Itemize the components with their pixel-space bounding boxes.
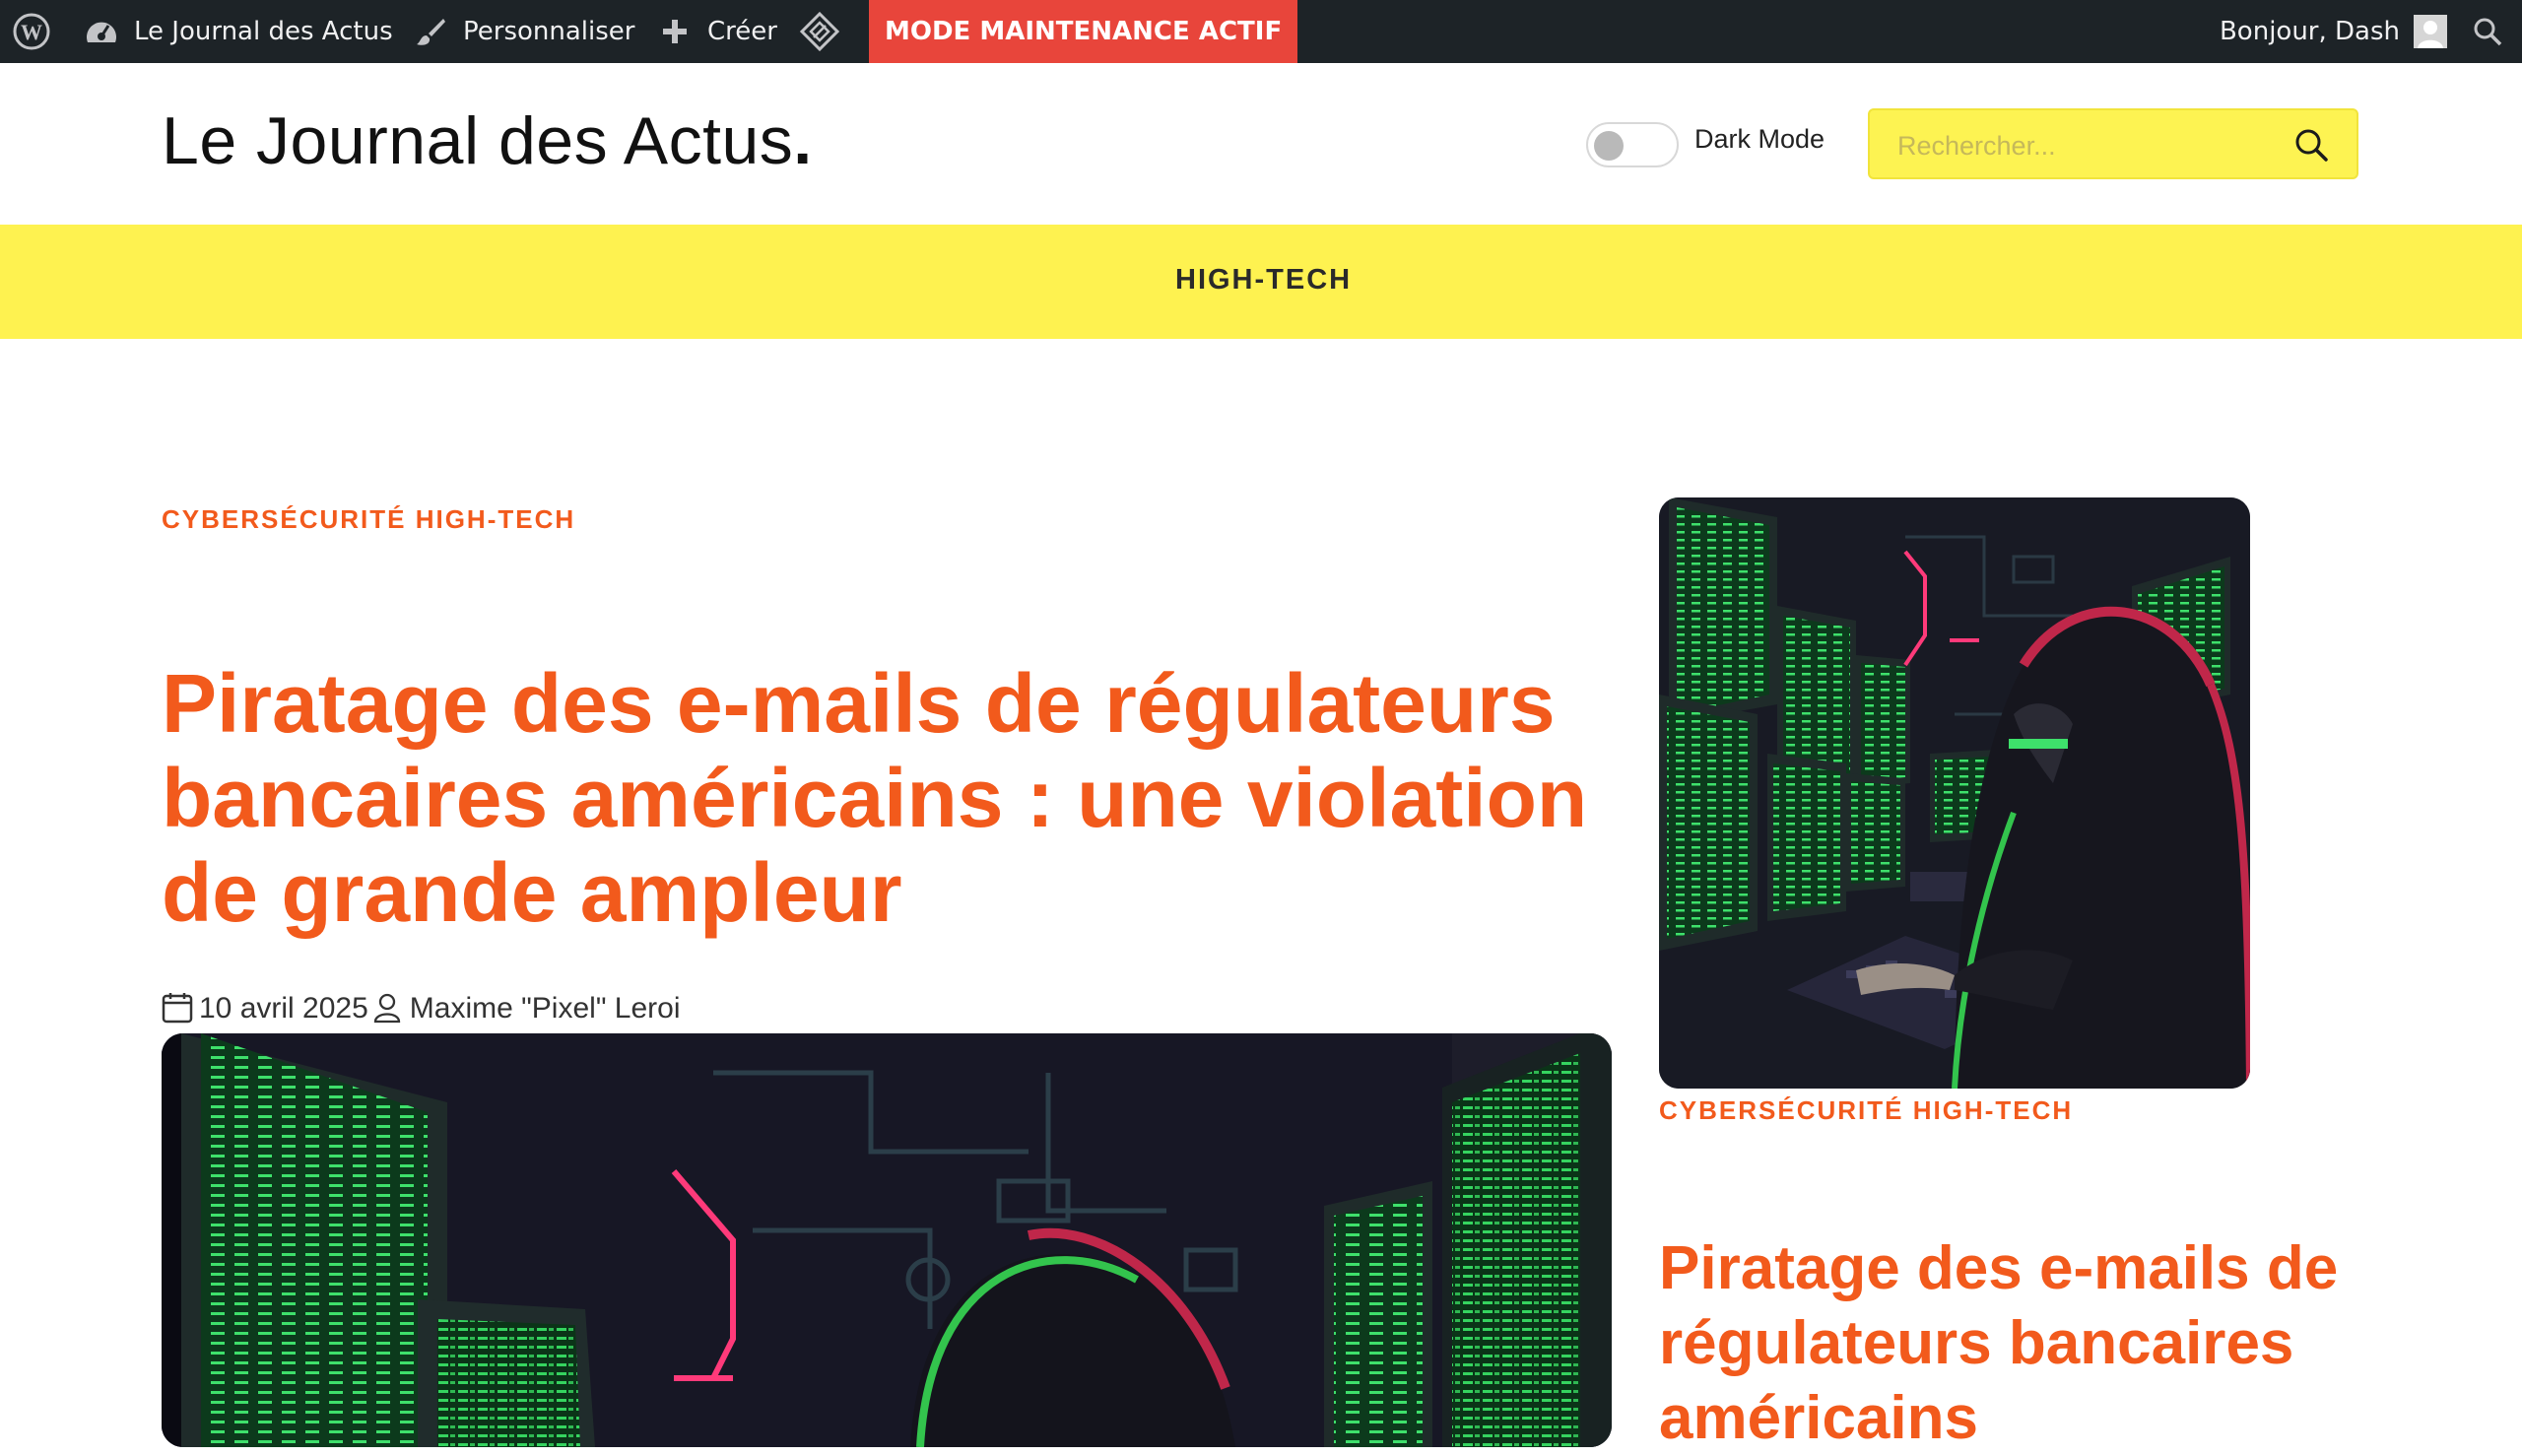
main-article-author[interactable]: Maxime "Pixel" Leroi bbox=[410, 992, 681, 1026]
admin-new-link[interactable]: Créer bbox=[660, 0, 777, 63]
diamond-icon bbox=[800, 12, 839, 51]
admin-new-label: Créer bbox=[707, 17, 777, 46]
wordpress-menu[interactable]: W bbox=[12, 0, 55, 63]
dark-mode-toggle[interactable] bbox=[1586, 122, 1679, 167]
admin-customize-link[interactable]: Personnaliser bbox=[414, 0, 634, 63]
sidebar-post-categories[interactable]: CYBERSÉCURITÉ HIGH-TECH bbox=[1659, 1095, 2073, 1126]
search-icon bbox=[2295, 129, 2328, 162]
plus-icon bbox=[660, 18, 690, 45]
dark-mode-label: Dark Mode bbox=[1694, 124, 1825, 154]
main-article-categories[interactable]: CYBERSÉCURITÉ HIGH-TECH bbox=[162, 504, 575, 535]
wordpress-logo-icon: W bbox=[12, 12, 51, 51]
site-title-dot: . bbox=[793, 103, 813, 178]
paintbrush-icon bbox=[414, 16, 447, 47]
user-icon bbox=[372, 992, 404, 1026]
svg-text:W: W bbox=[21, 20, 42, 44]
hacker-keyboard-illustration bbox=[1659, 497, 2250, 1089]
search-button[interactable] bbox=[2291, 126, 2331, 165]
main-article-image[interactable] bbox=[162, 1033, 1612, 1447]
avatar-icon bbox=[2414, 15, 2447, 48]
search-icon bbox=[2473, 17, 2502, 46]
admin-site-name: Le Journal des Actus bbox=[134, 17, 393, 46]
calendar-icon bbox=[162, 992, 193, 1026]
sidebar-post-image[interactable] bbox=[1659, 497, 2250, 1089]
primary-nav: HIGH-TECH bbox=[0, 225, 2522, 339]
sidebar-post-title[interactable]: Piratage des e-mails de régulateurs banc… bbox=[1659, 1231, 2408, 1456]
admin-account-menu[interactable]: Bonjour, Dash bbox=[2220, 0, 2447, 63]
site-title-text: Le Journal des Actus bbox=[162, 103, 794, 178]
admin-customize-label: Personnaliser bbox=[463, 17, 635, 46]
dashboard-icon bbox=[85, 17, 118, 46]
main-article-title[interactable]: Piratage des e-mails de régulateurs banc… bbox=[162, 656, 1620, 940]
main-article-meta: 10 avril 2025 Maxime "Pixel" Leroi bbox=[162, 989, 681, 1028]
admin-bar: W Le Journal des Actus Personnaliser Cré… bbox=[0, 0, 2522, 63]
main-article-date[interactable]: 10 avril 2025 bbox=[199, 992, 368, 1026]
hacker-illustration bbox=[162, 1033, 1612, 1447]
dark-mode-toggle-knob bbox=[1594, 131, 1624, 161]
search-input[interactable] bbox=[1897, 128, 2272, 164]
admin-plugin-menu[interactable] bbox=[800, 0, 843, 63]
admin-greeting: Bonjour, Dash bbox=[2219, 17, 2400, 46]
search-form bbox=[1868, 108, 2358, 179]
site-title[interactable]: Le Journal des Actus. bbox=[162, 102, 813, 179]
admin-site-link[interactable]: Le Journal des Actus bbox=[85, 0, 393, 63]
maintenance-label: MODE MAINTENANCE ACTIF bbox=[885, 17, 1283, 46]
maintenance-mode-badge[interactable]: MODE MAINTENANCE ACTIF bbox=[869, 0, 1298, 63]
nav-item-high-tech[interactable]: HIGH-TECH bbox=[1175, 264, 1352, 297]
admin-search-button[interactable] bbox=[2473, 0, 2508, 63]
